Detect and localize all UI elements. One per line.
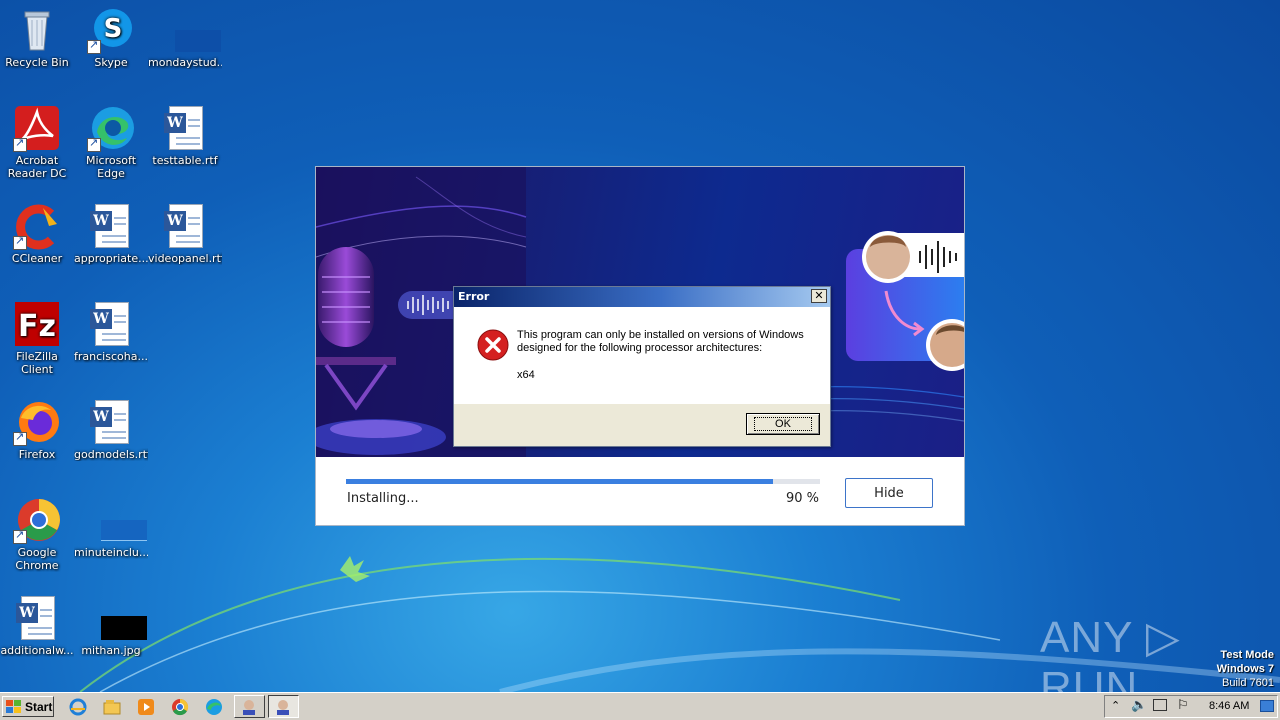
error-dialog-titlebar[interactable]: Error ✕ bbox=[454, 287, 830, 307]
shortcut-arrow-icon bbox=[13, 136, 27, 152]
icon-label: franciscoha... bbox=[74, 350, 148, 363]
explorer-quicklaunch-icon[interactable] bbox=[102, 697, 122, 717]
desktop-icon-mondaystud[interactable]: mondaystud... bbox=[148, 6, 222, 69]
install-progress-percent: 90 % bbox=[786, 491, 820, 506]
skype-icon: S bbox=[87, 6, 135, 54]
blank-file-icon bbox=[87, 496, 147, 544]
error-architecture: x64 bbox=[517, 369, 535, 381]
system-tray: ⌃ 🔈 ⚐ 8:46 AM bbox=[1104, 695, 1278, 718]
os-label: Windows 7 bbox=[1216, 663, 1274, 675]
desktop-icon-franciscoha[interactable]: W franciscoha... bbox=[74, 300, 148, 363]
error-dialog-body: This program can only be installed on ve… bbox=[454, 307, 830, 404]
media-player-quicklaunch-icon[interactable] bbox=[136, 697, 156, 717]
icon-label: appropriate... bbox=[74, 252, 148, 265]
word-doc-icon: W bbox=[87, 300, 135, 348]
error-message: This program can only be installed on ve… bbox=[517, 329, 804, 354]
image-file-icon bbox=[87, 594, 147, 642]
ie-quicklaunch-icon[interactable] bbox=[68, 697, 88, 717]
icon-label: mithan.jpg bbox=[81, 644, 141, 657]
recycle-bin-icon bbox=[13, 6, 61, 54]
word-doc-icon: W bbox=[13, 594, 61, 642]
clock[interactable]: 8:46 AM bbox=[1209, 700, 1249, 712]
hide-button[interactable]: Hide bbox=[845, 478, 933, 508]
chrome-quicklaunch-icon[interactable] bbox=[170, 697, 190, 717]
desktop-icon-additionalw[interactable]: W additionalw... bbox=[0, 594, 74, 657]
taskbar: Start ⌃ 🔈 ⚐ 8:46 AM bbox=[0, 692, 1280, 720]
desktop-icon-appropriate[interactable]: W appropriate... bbox=[74, 202, 148, 265]
close-button[interactable]: ✕ bbox=[811, 289, 827, 303]
icon-label: FileZilla Client bbox=[16, 350, 58, 376]
ok-button[interactable]: OK bbox=[746, 413, 820, 435]
filezilla-icon: Fz bbox=[13, 300, 61, 348]
icon-label: Skype bbox=[94, 56, 128, 69]
build-label: Build 7601 bbox=[1222, 677, 1274, 689]
start-button[interactable]: Start bbox=[2, 696, 54, 717]
icon-label: videopanel.rtf bbox=[148, 252, 222, 265]
svg-text:S: S bbox=[104, 14, 123, 44]
taskbar-app-error-dialog[interactable] bbox=[268, 695, 299, 718]
desktop-icon-minuteinclu[interactable]: minuteinclu... bbox=[74, 496, 148, 559]
acrobat-icon bbox=[13, 104, 61, 152]
chrome-icon bbox=[13, 496, 61, 544]
desktop-icon-acrobat[interactable]: Acrobat Reader DC bbox=[0, 104, 74, 180]
error-icon bbox=[477, 329, 509, 361]
desktop-icon-recycle-bin[interactable]: Recycle Bin bbox=[0, 6, 74, 69]
shortcut-arrow-icon bbox=[13, 234, 27, 250]
icon-label: CCleaner bbox=[11, 252, 63, 265]
desktop-icon-filezilla[interactable]: Fz FileZilla Client bbox=[0, 300, 74, 376]
error-dialog-title: Error bbox=[458, 290, 490, 303]
volume-icon[interactable]: 🔈 bbox=[1131, 698, 1147, 713]
blank-file-icon bbox=[161, 6, 221, 54]
shortcut-arrow-icon bbox=[13, 528, 27, 544]
desktop-icon-edge[interactable]: Microsoft Edge bbox=[74, 104, 148, 180]
ok-button-label: OK bbox=[754, 417, 812, 431]
action-center-flag-icon[interactable]: ⚐ bbox=[1177, 698, 1189, 713]
icon-label: Acrobat Reader DC bbox=[7, 154, 67, 180]
network-icon[interactable] bbox=[1153, 699, 1167, 711]
svg-text:Fz: Fz bbox=[18, 309, 56, 344]
icon-label: minuteinclu... bbox=[74, 546, 148, 559]
windows-logo-icon bbox=[6, 699, 21, 713]
icon-label: godmodels.rtf bbox=[74, 448, 148, 461]
desktop-icon-chrome[interactable]: Google Chrome bbox=[0, 496, 74, 572]
desktop-icon-skype[interactable]: S Skype bbox=[74, 6, 148, 69]
icon-label: Microsoft Edge bbox=[85, 154, 137, 180]
desktop-icon-testtable[interactable]: W testtable.rtf bbox=[148, 104, 222, 167]
icon-label: additionalw... bbox=[0, 644, 74, 657]
shortcut-arrow-icon bbox=[87, 136, 101, 152]
shortcut-arrow-icon bbox=[13, 430, 27, 446]
desktop-icon-firefox[interactable]: Firefox bbox=[0, 398, 74, 461]
progress-bar bbox=[346, 479, 820, 484]
progress-fill bbox=[346, 479, 773, 484]
edge-icon bbox=[87, 104, 135, 152]
desktop-icon-videopanel[interactable]: W videopanel.rtf bbox=[148, 202, 222, 265]
firefox-icon bbox=[13, 398, 61, 446]
desktop-icon-mithan[interactable]: mithan.jpg bbox=[74, 594, 148, 657]
test-mode-label: Test Mode bbox=[1220, 649, 1274, 661]
desktop-icon-ccleaner[interactable]: CCleaner bbox=[0, 202, 74, 265]
install-status-label: Installing... bbox=[347, 491, 419, 506]
icon-label: Google Chrome bbox=[15, 546, 59, 572]
show-desktop-icon[interactable] bbox=[1260, 700, 1274, 712]
edge-quicklaunch-icon[interactable] bbox=[204, 697, 224, 717]
word-doc-icon: W bbox=[87, 202, 135, 250]
start-label: Start bbox=[25, 699, 53, 714]
icon-label: testtable.rtf bbox=[152, 154, 218, 167]
error-dialog: Error ✕ This program can only be install… bbox=[453, 286, 831, 447]
show-hidden-icons-icon[interactable]: ⌃ bbox=[1111, 699, 1120, 712]
test-mode-notice: Test Mode Windows 7 Build 7601 bbox=[1217, 648, 1274, 690]
ccleaner-icon bbox=[13, 202, 61, 250]
shortcut-arrow-icon bbox=[87, 38, 101, 54]
icon-label: Recycle Bin bbox=[5, 56, 69, 69]
icon-label: mondaystud... bbox=[148, 56, 222, 69]
desktop-icon-godmodels[interactable]: W godmodels.rtf bbox=[74, 398, 148, 461]
taskbar-app-installer[interactable] bbox=[234, 695, 265, 718]
word-doc-icon: W bbox=[161, 104, 209, 152]
word-doc-icon: W bbox=[161, 202, 209, 250]
icon-label: Firefox bbox=[18, 448, 56, 461]
word-doc-icon: W bbox=[87, 398, 135, 446]
